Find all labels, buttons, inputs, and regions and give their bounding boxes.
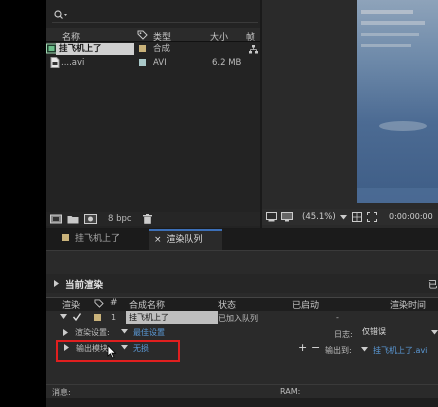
tab-render-queue-label: 渲染队列: [166, 235, 203, 245]
output-to-value[interactable]: 挂飞机上了.avi: [373, 345, 427, 356]
render-settings-value[interactable]: 最佳设置: [133, 327, 165, 338]
output-to-dropdown-icon[interactable]: [361, 347, 368, 352]
render-settings-dropdown-icon[interactable]: [121, 329, 128, 334]
flowchart-icon[interactable]: [249, 45, 258, 54]
viewer-canvas[interactable]: [357, 0, 438, 203]
render-settings-expand-icon[interactable]: [63, 329, 68, 336]
message-label: 消息:: [52, 388, 71, 397]
header-status[interactable]: 状态: [218, 298, 236, 311]
header-comp-name[interactable]: 合成名称: [129, 298, 165, 311]
project-bottom-bar: 8 bpc: [46, 212, 260, 226]
column-size[interactable]: 大小: [210, 30, 228, 43]
interpret-footage-icon[interactable]: [50, 214, 62, 224]
comp-item-name: 挂飞机上了: [56, 43, 134, 55]
log-dropdown-icon[interactable]: [431, 330, 438, 335]
monitor-icon[interactable]: [281, 212, 293, 222]
tab-composition[interactable]: 挂飞机上了: [56, 229, 148, 250]
comp-item-type: 合成: [153, 44, 171, 54]
render-queue-header: [46, 297, 438, 312]
project-item-avi[interactable]: ....avi AVI 6.2 MB: [46, 57, 260, 69]
avi-item-name: ....avi: [61, 58, 85, 68]
header-tag-icon[interactable]: [94, 299, 104, 308]
tab-render-queue[interactable]: × 渲染队列: [149, 229, 222, 250]
avi-item-size: 6.2 MB: [212, 58, 242, 68]
avi-label-swatch: [139, 59, 146, 66]
viewer-preview-image: [357, 10, 438, 203]
column-type[interactable]: 类型: [153, 30, 171, 43]
output-module-highlight-box: [56, 340, 180, 362]
remove-output-module-icon[interactable]: −: [311, 341, 320, 354]
trash-icon[interactable]: [143, 214, 152, 224]
log-label: 日志:: [334, 330, 353, 339]
current-render-label: 当前渲染: [65, 280, 104, 291]
project-search[interactable]: [52, 8, 256, 22]
current-render-section[interactable]: 当前渲染 已: [46, 274, 438, 293]
new-composition-icon[interactable]: [84, 214, 97, 224]
zoom-dropdown-icon[interactable]: [340, 215, 347, 220]
log-value[interactable]: 仅错误: [362, 326, 386, 337]
expand-triangle-icon[interactable]: [54, 280, 59, 287]
render-queue-item[interactable]: 1 挂飞机上了 已加入队列 -: [46, 311, 438, 324]
output-to-label: 输出到:: [325, 346, 352, 355]
project-item-comp[interactable]: 挂飞机上了 合成: [46, 43, 260, 55]
header-render-time[interactable]: 渲染时间: [390, 298, 426, 311]
render-settings-label: 渲染设置:: [75, 328, 110, 337]
comp-label-swatch: [139, 45, 146, 52]
close-tab-icon[interactable]: ×: [154, 235, 162, 245]
left-black-strip: [0, 0, 46, 407]
grid-icon[interactable]: [352, 212, 362, 222]
panel-tab-bar: 挂飞机上了 × 渲染队列: [46, 229, 438, 251]
avi-item-type: AVI: [153, 58, 167, 68]
tab-composition-label: 挂飞机上了: [75, 234, 121, 244]
render-message-bar: 消息: RAM:: [46, 384, 438, 397]
new-folder-icon[interactable]: [67, 214, 79, 224]
search-icon[interactable]: [54, 10, 68, 20]
comp-tab-swatch: [62, 234, 69, 241]
item-label-swatch[interactable]: [94, 314, 101, 321]
current-timecode[interactable]: 0:00:00:00: [389, 212, 433, 221]
add-output-module-icon[interactable]: +: [298, 341, 307, 354]
header-render[interactable]: 渲染: [62, 298, 80, 311]
item-status: 已加入队列: [218, 314, 258, 323]
current-render-elapsed-label: 已: [428, 280, 438, 291]
zoom-level[interactable]: (45.1%): [302, 212, 336, 222]
footage-file-icon: [50, 57, 60, 68]
header-started[interactable]: 已启动: [292, 298, 319, 311]
viewer-toolbar: (45.1%) 0:00:00:00: [262, 209, 438, 225]
collapse-triangle-icon[interactable]: [60, 314, 67, 319]
item-number: 1: [111, 313, 117, 322]
item-started: -: [336, 313, 339, 322]
search-underline: [52, 22, 258, 23]
bit-depth-toggle[interactable]: 8 bpc: [108, 213, 132, 225]
column-fps[interactable]: 帧: [246, 30, 255, 43]
region-of-interest-icon[interactable]: [367, 212, 377, 222]
item-comp-name: 挂飞机上了: [126, 311, 218, 324]
always-preview-icon[interactable]: [266, 212, 277, 222]
header-number[interactable]: #: [110, 298, 118, 308]
bottom-status-strip: [46, 398, 438, 407]
label-tag-icon[interactable]: [137, 30, 148, 40]
ram-label: RAM:: [280, 387, 301, 396]
render-checkbox[interactable]: [72, 312, 82, 322]
column-name[interactable]: 名称: [62, 30, 80, 43]
